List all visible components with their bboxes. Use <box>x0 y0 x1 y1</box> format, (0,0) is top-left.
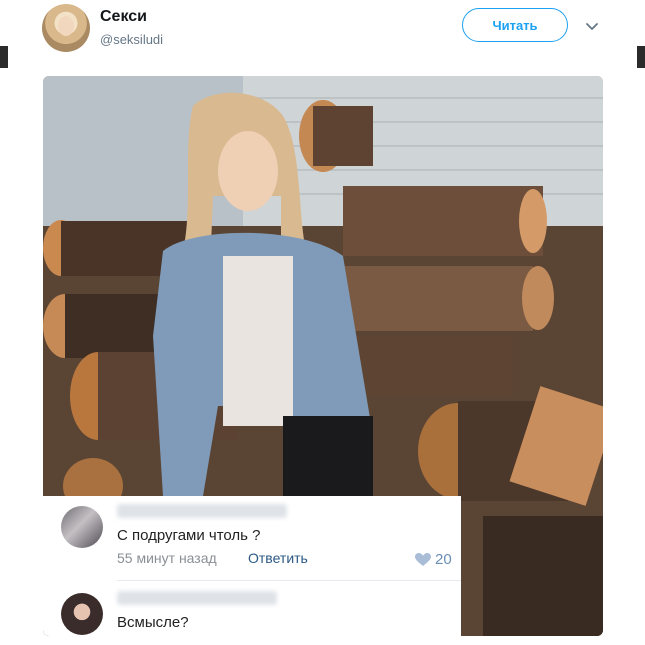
comment-divider <box>117 580 461 581</box>
reply-link[interactable]: Ответить <box>248 550 308 566</box>
follow-button[interactable]: Читать <box>462 8 568 42</box>
tweet-media[interactable]: С подругами чтоль ? 55 минут назад Ответ… <box>43 76 603 636</box>
comment-text: Всмысле? <box>117 614 189 631</box>
avatar[interactable] <box>42 4 90 52</box>
comment-time: 55 минут назад <box>117 550 217 566</box>
blurred-commenter-name <box>117 591 277 605</box>
chevron-down-icon[interactable] <box>584 18 600 34</box>
commenter-avatar[interactable] <box>61 593 103 635</box>
comment-overlay: С подругами чтоль ? 55 минут назад Ответ… <box>43 496 461 636</box>
tweet-header: Секси @seksiludi Читать <box>0 0 645 60</box>
like-count: 20 <box>435 551 452 568</box>
commenter-avatar[interactable] <box>61 506 103 548</box>
blurred-commenter-name <box>117 504 287 518</box>
user-handle[interactable]: @seksiludi <box>100 32 163 47</box>
comment-text: С подругами чтоль ? <box>117 527 261 544</box>
like-button[interactable]: 20 <box>415 551 452 568</box>
display-name[interactable]: Секси <box>100 8 147 26</box>
heart-icon <box>415 552 431 566</box>
